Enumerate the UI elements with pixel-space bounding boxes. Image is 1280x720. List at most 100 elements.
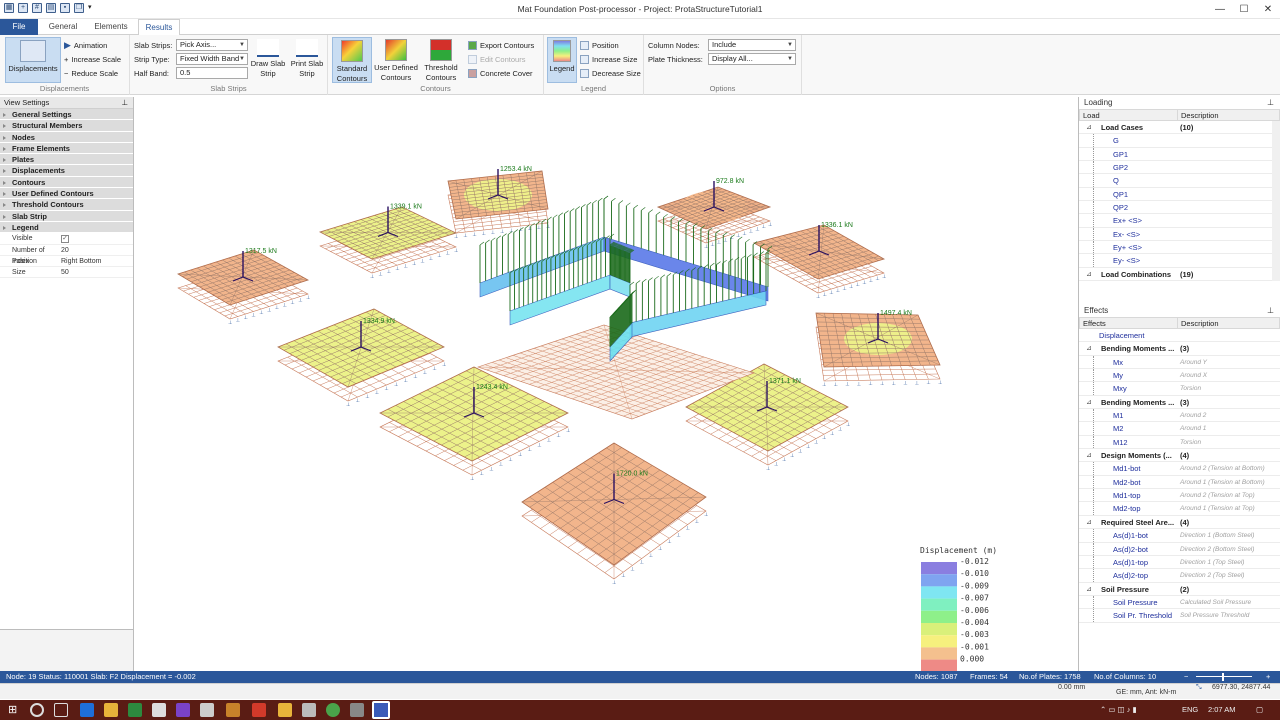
tree-category[interactable]: Design Moments (... (4) xyxy=(1079,449,1280,463)
tree-item[interactable]: QP2 xyxy=(1079,201,1272,215)
tab-file[interactable]: File xyxy=(0,19,38,35)
settings-section-plates[interactable]: Plates xyxy=(0,154,133,166)
settings-section-contours[interactable]: Contours xyxy=(0,176,133,189)
tree-item[interactable]: Ex+ <S> xyxy=(1079,214,1272,228)
tree-item[interactable]: Mx Around Y xyxy=(1079,355,1280,370)
tree-item[interactable]: QP1 xyxy=(1079,187,1272,202)
footing-1[interactable]: 1253.4 kN⊥ ⊥ ⊥ ⊥ ⊥ ⊥ ⊥ ⊥ ⊥ ⊥ ⊥ xyxy=(447,166,550,240)
tree-item[interactable]: GP1 xyxy=(1079,147,1272,162)
tree-item[interactable]: As(d)2-bot Direction 2 (Bottom Steel) xyxy=(1079,542,1280,556)
chrome-icon[interactable] xyxy=(326,703,340,717)
footing-5[interactable]: 1317.5 kN⊥ ⊥ ⊥ ⊥ ⊥ ⊥ ⊥ ⊥ ⊥ ⊥ ⊥ xyxy=(177,248,310,326)
app-icon[interactable] xyxy=(226,703,240,717)
model-viewport[interactable]: 1253.4 kN ⊥ ⊥ ⊥ ⊥ ⊥ ⊥ ⊥ ⊥ ⊥ ⊥ ⊥ 972.8 kN ⊥ ⊥ ⊥ ⊥ ⊥ ⊥ ⊥ ⊥ ⊥ ⊥ ⊥ 1… xyxy=(134,97,1078,671)
footing-7[interactable]: 1497.4 kN ⊥ ⊥ ⊥ ⊥ ⊥ ⊥ ⊥ ⊥ ⊥ ⊥ ⊥ xyxy=(815,310,942,388)
property-value[interactable]: 20 xyxy=(58,245,133,255)
tree-item[interactable]: Displacement xyxy=(1079,329,1280,343)
print-slab-strip-button[interactable]: Print Slab Strip xyxy=(288,37,326,79)
draw-slab-strip-button[interactable]: Draw Slab Strip xyxy=(250,37,286,79)
plate-thickness-select[interactable]: Display All... ▼ xyxy=(708,53,796,65)
acrobat-icon[interactable] xyxy=(252,703,266,717)
settings-section-frame-elements[interactable]: Frame Elements xyxy=(0,142,133,155)
tree-item[interactable]: G xyxy=(1079,134,1272,148)
folder-icon[interactable] xyxy=(278,703,292,717)
prota-active-icon[interactable] xyxy=(372,701,390,719)
tab-general[interactable]: General xyxy=(42,19,84,35)
minimize-button[interactable]: — xyxy=(1208,0,1232,19)
qat-dropdown-icon[interactable]: ▾ xyxy=(88,3,92,13)
threshold-contours-button[interactable]: Threshold Contours xyxy=(420,37,462,83)
pin-icon[interactable]: ⊥ xyxy=(1267,97,1274,109)
tool-icon[interactable] xyxy=(302,703,316,717)
col-effects[interactable]: Effects xyxy=(1080,318,1178,328)
displacements-button[interactable]: Displacements xyxy=(5,37,61,83)
column-nodes-select[interactable]: Include ▼ xyxy=(708,39,796,51)
tree-item[interactable]: M2 Around 1 xyxy=(1079,422,1280,436)
start-icon[interactable]: ⊞ xyxy=(8,703,22,717)
copy-icon[interactable]: ❐ xyxy=(74,3,84,13)
tree-category[interactable]: Soil Pressure (2) xyxy=(1079,583,1280,596)
property-value[interactable]: Right Bottom xyxy=(58,256,133,266)
tree-item[interactable]: Ey+ <S> xyxy=(1079,241,1272,255)
notepad-icon[interactable] xyxy=(200,703,214,717)
slab-strips-select[interactable]: Pick Axis... ▼ xyxy=(176,39,248,51)
col-effects-description[interactable]: Description xyxy=(1178,318,1279,328)
tree-item[interactable]: Soil Pr. Threshold Soil Pressure Threshol… xyxy=(1079,609,1280,623)
footing-4[interactable]: 1336.1 kN⊥ ⊥ ⊥ ⊥ ⊥ ⊥ ⊥ ⊥ ⊥ ⊥ ⊥ xyxy=(752,222,886,300)
animation-button[interactable]: ▶ Animation xyxy=(64,39,107,52)
foundation-model[interactable]: 1253.4 kN⊥ ⊥ ⊥ ⊥ ⊥ ⊥ ⊥ ⊥ ⊥ ⊥ ⊥972.8 kN⊥ ⊥ ⊥ ⊥ ⊥ ⊥ ⊥ ⊥ ⊥ ⊥ ⊥1… xyxy=(134,97,1078,671)
settings-section-structural-members[interactable]: Structural Members xyxy=(0,120,133,132)
tree-category[interactable]: Bending Moments ... (3) xyxy=(1079,342,1280,356)
increase-size-button[interactable]: Increase Size xyxy=(580,53,637,66)
increase-scale-button[interactable]: + Increase Scale xyxy=(64,53,121,66)
pin-icon[interactable]: ⊥ xyxy=(121,97,128,109)
settings-section-slab-strip[interactable]: Slab Strip xyxy=(0,210,133,222)
decrease-size-button[interactable]: Decrease Size xyxy=(580,67,641,80)
zoom-slider[interactable] xyxy=(1196,676,1252,677)
settings-icon[interactable] xyxy=(350,703,364,717)
tree-item[interactable]: Soil Pressure Calculated Soil Pressure xyxy=(1079,595,1280,610)
standard-contours-button[interactable]: Standard Contours xyxy=(332,37,372,83)
visible-checkbox[interactable]: ✓ xyxy=(61,235,69,244)
edit-contours-button[interactable]: Edit Contours xyxy=(468,53,525,66)
settings-section-user-defined-contours[interactable]: User Defined Contours xyxy=(0,188,133,200)
notification-icon[interactable]: ▢ xyxy=(1256,700,1263,720)
tree-item[interactable]: Ex- <S> xyxy=(1079,227,1272,242)
tree-item[interactable]: Mxy Torsion xyxy=(1079,382,1280,396)
task-view-icon[interactable] xyxy=(54,703,68,717)
footing-3[interactable]: 1339.1 kN ⊥ ⊥ ⊥ ⊥ ⊥ ⊥ ⊥ ⊥ ⊥ ⊥ ⊥ xyxy=(318,204,458,281)
tree-item[interactable]: Ey- <S> xyxy=(1079,254,1272,268)
settings-section-general-settings[interactable]: General Settings xyxy=(0,109,133,121)
tree-item[interactable]: M1 Around 2 xyxy=(1079,409,1280,423)
col-load[interactable]: Load xyxy=(1080,110,1178,120)
user-defined-contours-button[interactable]: User Defined Contours xyxy=(374,37,418,83)
clock[interactable]: 2:07 AM xyxy=(1208,700,1236,720)
tree-item[interactable]: As(d)1-top Direction 1 (Top Steel) xyxy=(1079,555,1280,570)
property-value[interactable]: 50 xyxy=(58,267,133,277)
grid-icon[interactable]: # xyxy=(32,3,42,13)
document-icon[interactable] xyxy=(152,703,166,717)
pin-icon[interactable]: ⊥ xyxy=(1267,305,1274,317)
col-description[interactable]: Description xyxy=(1178,110,1279,120)
tab-elements[interactable]: Elements xyxy=(88,19,134,35)
footing-2[interactable]: 972.8 kN⊥ ⊥ ⊥ ⊥ ⊥ ⊥ ⊥ ⊥ ⊥ ⊥ ⊥ xyxy=(656,178,772,250)
legend-position-button[interactable]: Position xyxy=(580,39,619,52)
tree-item[interactable]: Q xyxy=(1079,174,1272,188)
tree-category[interactable]: Required Steel Are... (4) xyxy=(1079,516,1280,530)
print-icon[interactable]: ▤ xyxy=(46,3,56,13)
crosshair-icon[interactable]: + xyxy=(18,3,28,13)
zoom-out-button[interactable]: − xyxy=(1184,671,1188,683)
settings-section-displacements[interactable]: Displacements xyxy=(0,165,133,177)
tree-item[interactable]: As(d)1-bot Direction 1 (Bottom Steel) xyxy=(1079,529,1280,543)
search-icon[interactable] xyxy=(30,703,44,717)
tree-item[interactable]: My Around X xyxy=(1079,369,1280,383)
property-value[interactable]: ✓ xyxy=(58,233,133,244)
tree-item[interactable]: M12 Torsion xyxy=(1079,435,1280,450)
tree-category[interactable]: Load Cases (10) xyxy=(1079,121,1272,135)
tab-results[interactable]: Results xyxy=(138,19,180,35)
settings-section-nodes[interactable]: Nodes xyxy=(0,131,133,143)
footing-10[interactable]: 1720.0 kN ⊥ ⊥ ⊥ ⊥ ⊥ ⊥ ⊥ ⊥ ⊥ ⊥ ⊥ xyxy=(521,442,708,586)
tree-item[interactable]: Md1-bot Around 2 (Tension at Bottom) xyxy=(1079,462,1280,476)
settings-section-legend[interactable]: Legend xyxy=(0,221,133,234)
strip-type-select[interactable]: Fixed Width Band ▼ xyxy=(176,53,248,65)
